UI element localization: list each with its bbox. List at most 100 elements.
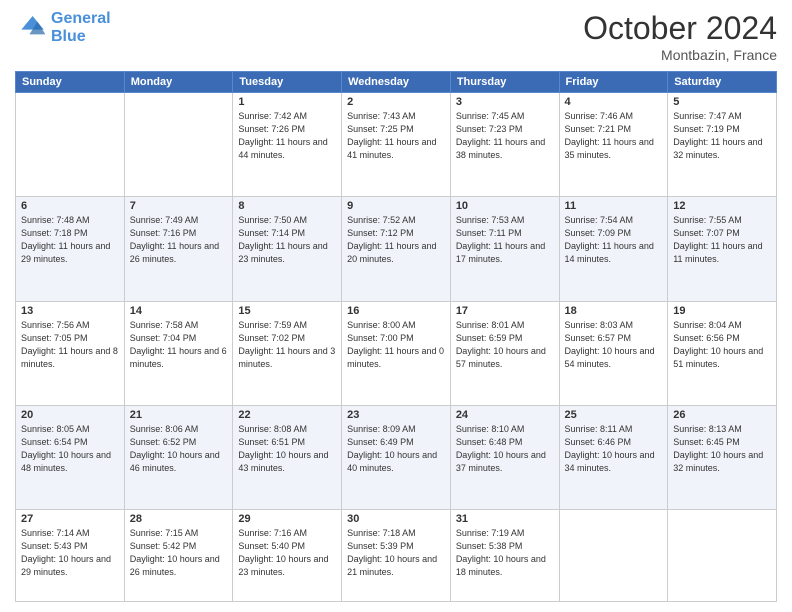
- table-row: 6 Sunrise: 7:48 AMSunset: 7:18 PMDaylight…: [16, 197, 125, 301]
- day-number: 1: [238, 96, 336, 108]
- day-number: 11: [565, 200, 663, 212]
- day-info: Sunrise: 7:18 AMSunset: 5:39 PMDaylight:…: [347, 527, 445, 579]
- table-row: 12 Sunrise: 7:55 AMSunset: 7:07 PMDayligh…: [668, 197, 777, 301]
- day-info: Sunrise: 7:45 AMSunset: 7:23 PMDaylight:…: [456, 110, 554, 162]
- day-info: Sunrise: 7:48 AMSunset: 7:18 PMDaylight:…: [21, 214, 119, 266]
- title-block: October 2024 Montbazin, France: [583, 10, 777, 63]
- day-number: 20: [21, 409, 119, 421]
- day-info: Sunrise: 7:53 AMSunset: 7:11 PMDaylight:…: [456, 214, 554, 266]
- table-row: 19 Sunrise: 8:04 AMSunset: 6:56 PMDayligh…: [668, 301, 777, 405]
- day-info: Sunrise: 8:06 AMSunset: 6:52 PMDaylight:…: [130, 423, 228, 475]
- table-row: [559, 510, 668, 602]
- table-row: [16, 93, 125, 197]
- table-row: 17 Sunrise: 8:01 AMSunset: 6:59 PMDayligh…: [450, 301, 559, 405]
- day-number: 3: [456, 96, 554, 108]
- table-row: 4Sunrise: 7:46 AMSunset: 7:21 PMDaylight…: [559, 93, 668, 197]
- day-info: Sunrise: 7:59 AMSunset: 7:02 PMDaylight:…: [238, 319, 336, 371]
- day-number: 12: [673, 200, 771, 212]
- location: Montbazin, France: [583, 47, 777, 63]
- day-number: 2: [347, 96, 445, 108]
- day-info: Sunrise: 7:56 AMSunset: 7:05 PMDaylight:…: [21, 319, 119, 371]
- table-row: 7 Sunrise: 7:49 AMSunset: 7:16 PMDaylight…: [124, 197, 233, 301]
- day-number: 19: [673, 305, 771, 317]
- day-info: Sunrise: 7:46 AMSunset: 7:21 PMDaylight:…: [565, 110, 663, 162]
- day-info: Sunrise: 8:03 AMSunset: 6:57 PMDaylight:…: [565, 319, 663, 371]
- day-number: 13: [21, 305, 119, 317]
- day-number: 31: [456, 513, 554, 525]
- calendar-header-row: Sunday Monday Tuesday Wednesday Thursday…: [16, 72, 777, 93]
- month-title: October 2024: [583, 10, 777, 47]
- day-info: Sunrise: 8:08 AMSunset: 6:51 PMDaylight:…: [238, 423, 336, 475]
- page: General Blue October 2024 Montbazin, Fra…: [0, 0, 792, 612]
- table-row: 15Sunrise: 7:59 AMSunset: 7:02 PMDayligh…: [233, 301, 342, 405]
- day-info: Sunrise: 8:01 AMSunset: 6:59 PMDaylight:…: [456, 319, 554, 371]
- day-info: Sunrise: 8:11 AMSunset: 6:46 PMDaylight:…: [565, 423, 663, 475]
- table-row: 10 Sunrise: 7:53 AMSunset: 7:11 PMDayligh…: [450, 197, 559, 301]
- day-info: Sunrise: 8:00 AMSunset: 7:00 PMDaylight:…: [347, 319, 445, 371]
- day-info: Sunrise: 7:16 AMSunset: 5:40 PMDaylight:…: [238, 527, 336, 579]
- day-number: 10: [456, 200, 554, 212]
- day-number: 17: [456, 305, 554, 317]
- logo-icon: [15, 12, 47, 44]
- day-info: Sunrise: 8:13 AMSunset: 6:45 PMDaylight:…: [673, 423, 771, 475]
- calendar-week-row: 6 Sunrise: 7:48 AMSunset: 7:18 PMDaylight…: [16, 197, 777, 301]
- day-number: 26: [673, 409, 771, 421]
- day-number: 18: [565, 305, 663, 317]
- col-friday: Friday: [559, 72, 668, 93]
- table-row: 21Sunrise: 8:06 AMSunset: 6:52 PMDayligh…: [124, 405, 233, 509]
- table-row: 16Sunrise: 8:00 AMSunset: 7:00 PMDayligh…: [342, 301, 451, 405]
- day-number: 8: [238, 200, 336, 212]
- day-number: 6: [21, 200, 119, 212]
- day-info: Sunrise: 7:49 AMSunset: 7:16 PMDaylight:…: [130, 214, 228, 266]
- day-info: Sunrise: 7:50 AMSunset: 7:14 PMDaylight:…: [238, 214, 336, 266]
- day-number: 24: [456, 409, 554, 421]
- day-number: 25: [565, 409, 663, 421]
- logo-text: General Blue: [51, 10, 111, 45]
- table-row: 8 Sunrise: 7:50 AMSunset: 7:14 PMDaylight…: [233, 197, 342, 301]
- day-info: Sunrise: 8:04 AMSunset: 6:56 PMDaylight:…: [673, 319, 771, 371]
- table-row: 2Sunrise: 7:43 AMSunset: 7:25 PMDaylight…: [342, 93, 451, 197]
- table-row: 31 Sunrise: 7:19 AMSunset: 5:38 PMDayligh…: [450, 510, 559, 602]
- col-thursday: Thursday: [450, 72, 559, 93]
- col-sunday: Sunday: [16, 72, 125, 93]
- table-row: 28 Sunrise: 7:15 AMSunset: 5:42 PMDayligh…: [124, 510, 233, 602]
- table-row: 5Sunrise: 7:47 AMSunset: 7:19 PMDaylight…: [668, 93, 777, 197]
- day-info: Sunrise: 8:10 AMSunset: 6:48 PMDaylight:…: [456, 423, 554, 475]
- day-info: Sunrise: 7:55 AMSunset: 7:07 PMDaylight:…: [673, 214, 771, 266]
- table-row: 26 Sunrise: 8:13 AMSunset: 6:45 PMDayligh…: [668, 405, 777, 509]
- header: General Blue October 2024 Montbazin, Fra…: [15, 10, 777, 63]
- table-row: 24 Sunrise: 8:10 AMSunset: 6:48 PMDayligh…: [450, 405, 559, 509]
- day-info: Sunrise: 7:58 AMSunset: 7:04 PMDaylight:…: [130, 319, 228, 371]
- table-row: 14Sunrise: 7:58 AMSunset: 7:04 PMDayligh…: [124, 301, 233, 405]
- day-info: Sunrise: 7:14 AMSunset: 5:43 PMDaylight:…: [21, 527, 119, 579]
- table-row: 1 Sunrise: 7:42 AMSunset: 7:26 PMDaylight…: [233, 93, 342, 197]
- col-wednesday: Wednesday: [342, 72, 451, 93]
- day-number: 27: [21, 513, 119, 525]
- day-info: Sunrise: 8:09 AMSunset: 6:49 PMDaylight:…: [347, 423, 445, 475]
- col-monday: Monday: [124, 72, 233, 93]
- day-info: Sunrise: 7:54 AMSunset: 7:09 PMDaylight:…: [565, 214, 663, 266]
- table-row: 22 Sunrise: 8:08 AMSunset: 6:51 PMDayligh…: [233, 405, 342, 509]
- day-info: Sunrise: 7:42 AMSunset: 7:26 PMDaylight:…: [238, 110, 336, 162]
- calendar-week-row: 1 Sunrise: 7:42 AMSunset: 7:26 PMDaylight…: [16, 93, 777, 197]
- day-number: 28: [130, 513, 228, 525]
- day-number: 23: [347, 409, 445, 421]
- day-number: 7: [130, 200, 228, 212]
- table-row: [668, 510, 777, 602]
- table-row: 29Sunrise: 7:16 AMSunset: 5:40 PMDayligh…: [233, 510, 342, 602]
- table-row: 27 Sunrise: 7:14 AMSunset: 5:43 PMDayligh…: [16, 510, 125, 602]
- day-info: Sunrise: 7:19 AMSunset: 5:38 PMDaylight:…: [456, 527, 554, 579]
- table-row: 11 Sunrise: 7:54 AMSunset: 7:09 PMDayligh…: [559, 197, 668, 301]
- calendar-table: Sunday Monday Tuesday Wednesday Thursday…: [15, 71, 777, 602]
- table-row: 3 Sunrise: 7:45 AMSunset: 7:23 PMDaylight…: [450, 93, 559, 197]
- day-info: Sunrise: 7:47 AMSunset: 7:19 PMDaylight:…: [673, 110, 771, 162]
- calendar-week-row: 20 Sunrise: 8:05 AMSunset: 6:54 PMDayligh…: [16, 405, 777, 509]
- day-info: Sunrise: 8:05 AMSunset: 6:54 PMDaylight:…: [21, 423, 119, 475]
- day-info: Sunrise: 7:15 AMSunset: 5:42 PMDaylight:…: [130, 527, 228, 579]
- day-number: 22: [238, 409, 336, 421]
- table-row: 30Sunrise: 7:18 AMSunset: 5:39 PMDayligh…: [342, 510, 451, 602]
- table-row: 18 Sunrise: 8:03 AMSunset: 6:57 PMDayligh…: [559, 301, 668, 405]
- calendar-week-row: 27 Sunrise: 7:14 AMSunset: 5:43 PMDayligh…: [16, 510, 777, 602]
- table-row: 20 Sunrise: 8:05 AMSunset: 6:54 PMDayligh…: [16, 405, 125, 509]
- col-saturday: Saturday: [668, 72, 777, 93]
